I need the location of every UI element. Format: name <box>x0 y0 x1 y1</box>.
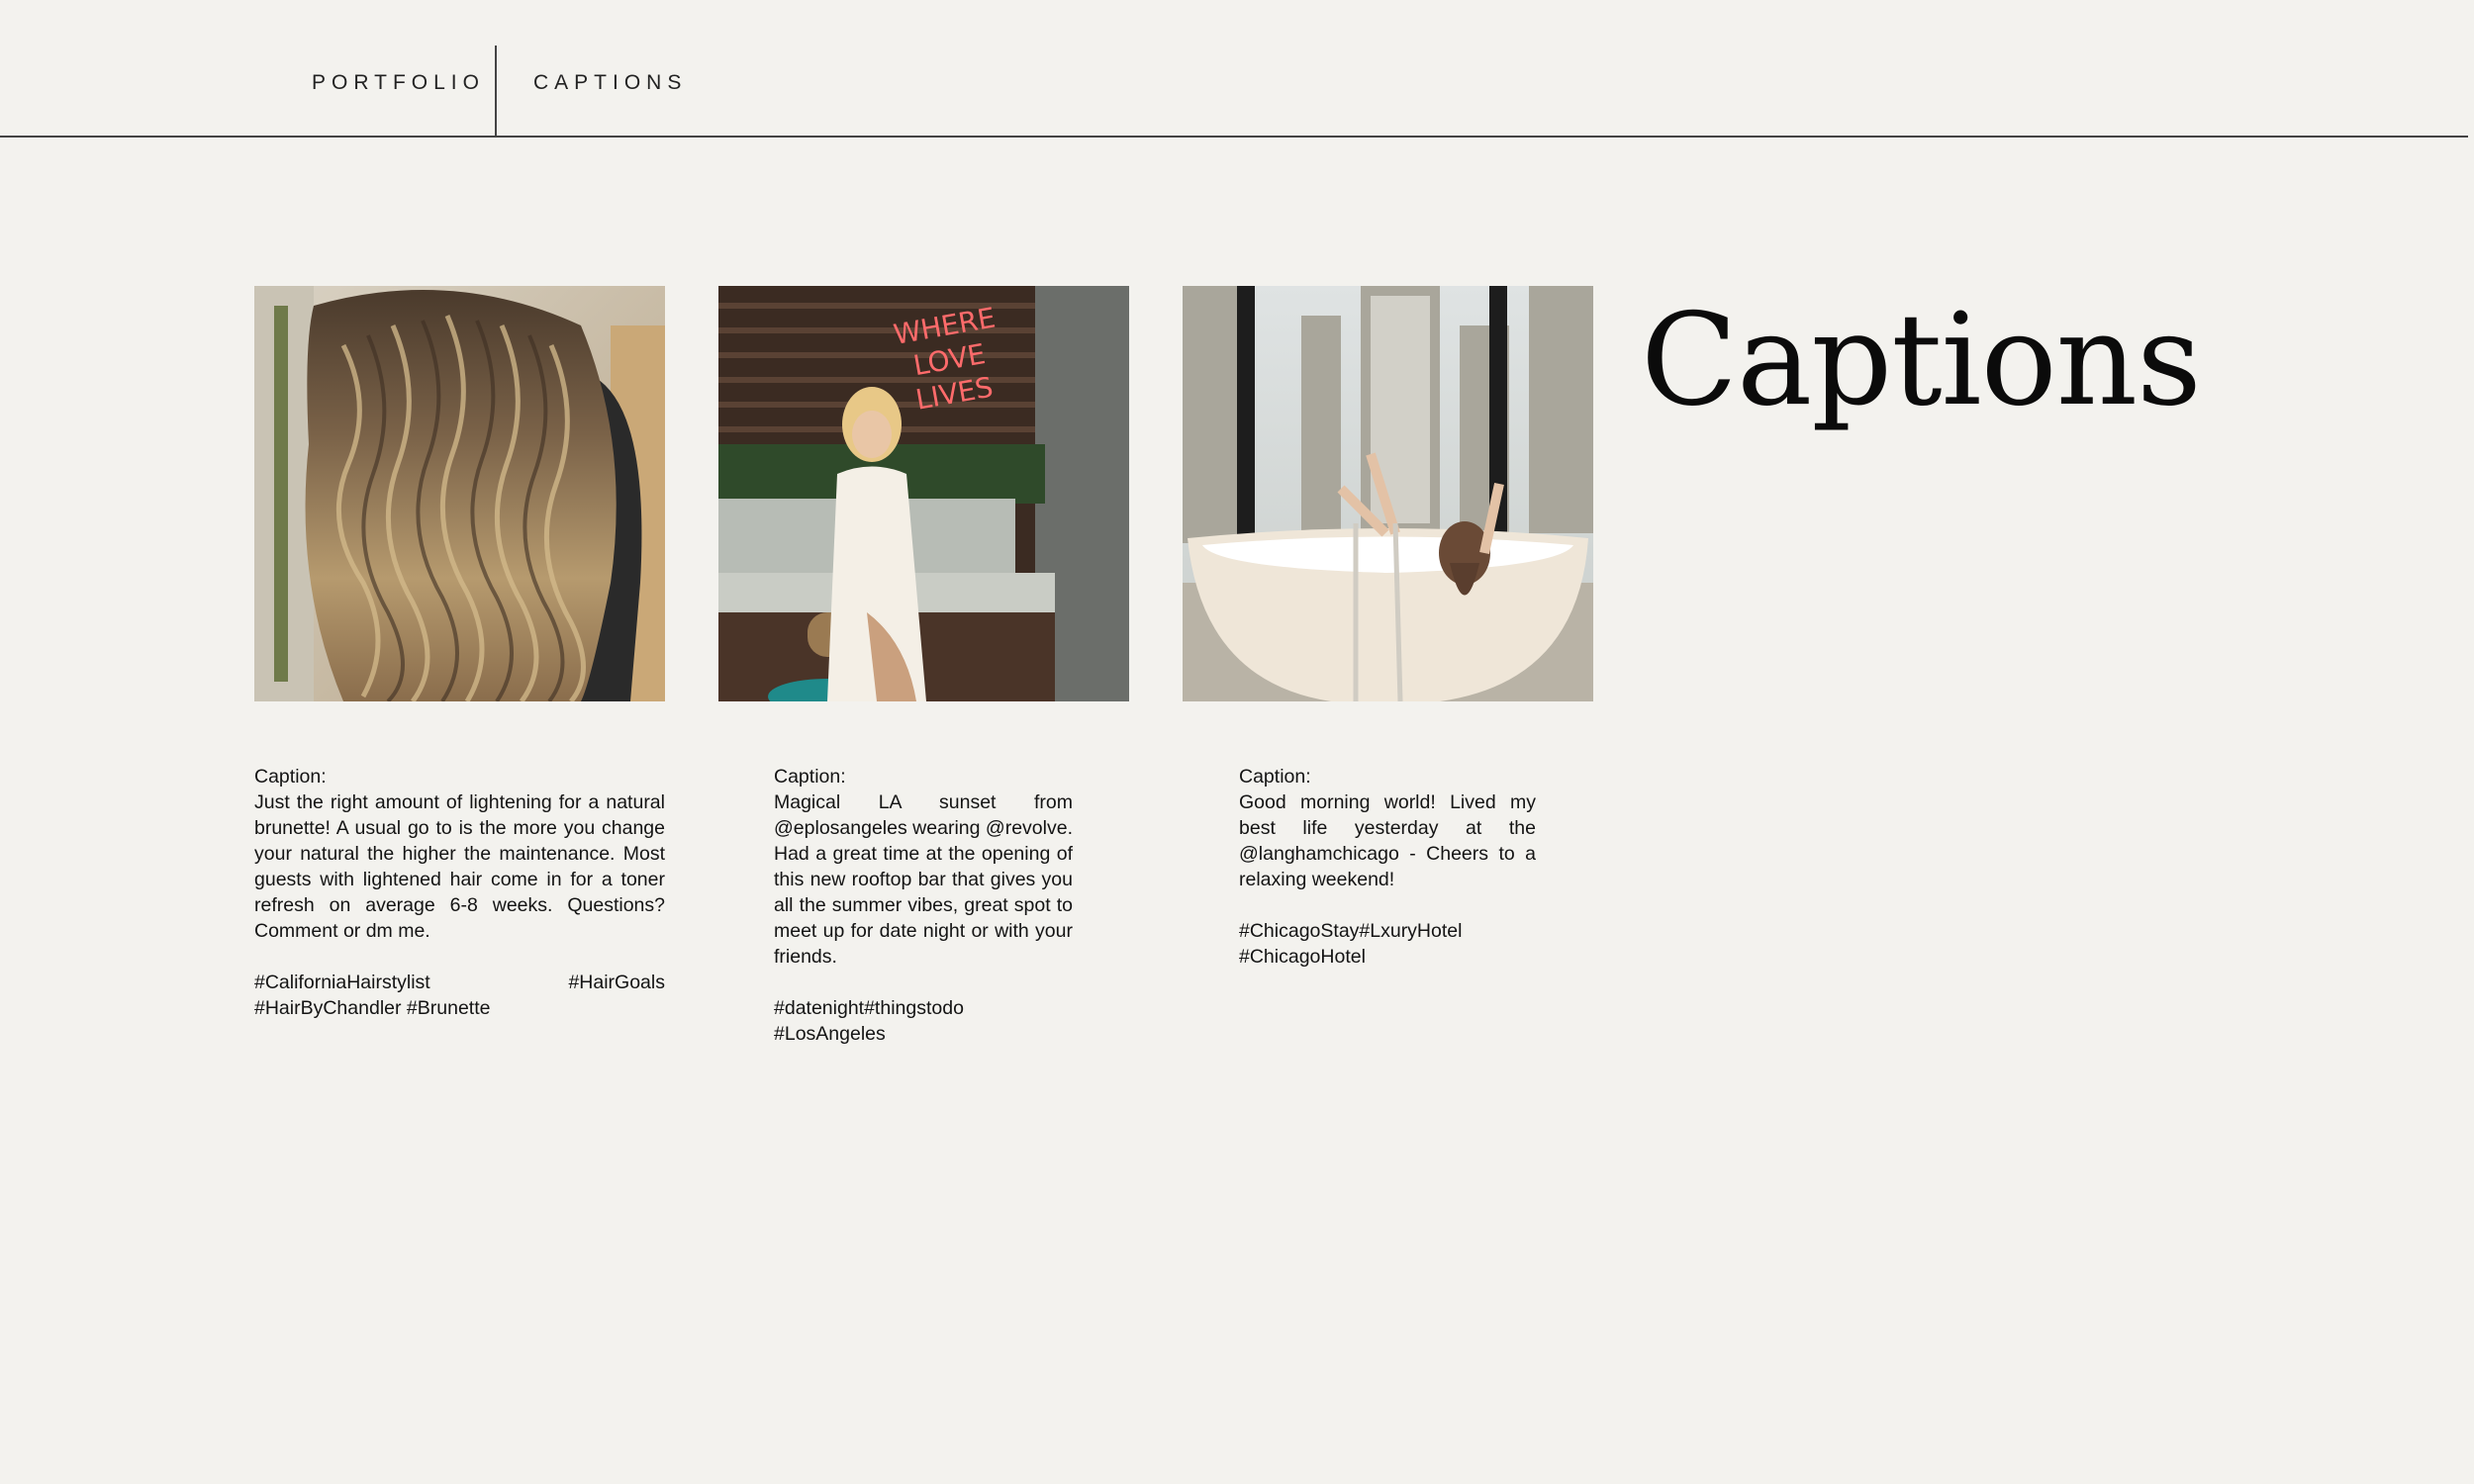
caption-block-3: Caption: Good morning world! Lived my be… <box>1239 764 1536 970</box>
hair-photo <box>254 286 665 701</box>
rooftop-photo: WHERE LOVE LIVES <box>718 286 1129 701</box>
top-nav: PORTFOLIO CAPTIONS <box>0 0 2474 139</box>
hair-image <box>254 286 665 701</box>
caption-label: Caption: <box>774 766 846 788</box>
nav-captions-link[interactable]: CAPTIONS <box>533 71 687 95</box>
caption-hashtags: #datenight#thingstodo #LosAngeles <box>774 997 964 1045</box>
caption-hashtags: #CaliforniaHairstylist #HairGoals #HairB… <box>254 972 665 1019</box>
header-rule <box>0 136 2468 138</box>
caption-label: Caption: <box>254 766 327 788</box>
bathtub-photo <box>1183 286 1593 701</box>
caption-hashtags: #ChicagoStay#LxuryHotel #ChicagoHotel <box>1239 920 1463 968</box>
caption-block-2: Caption: Magical LA sunset from @eplosan… <box>774 764 1073 1047</box>
nav-portfolio-link[interactable]: PORTFOLIO <box>312 71 485 95</box>
nav-divider <box>495 46 497 137</box>
caption-block-1: Caption: Just the right amount of lighte… <box>254 764 665 1021</box>
page-title: Captions <box>1641 287 2202 434</box>
caption-text: Just the right amount of lightening for … <box>254 791 665 942</box>
caption-text: Magical LA sunset from @eplosangeles wea… <box>774 791 1073 968</box>
rooftop-image: WHERE LOVE LIVES <box>718 286 1129 701</box>
bathtub-image <box>1183 286 1593 701</box>
caption-label: Caption: <box>1239 766 1311 788</box>
captions-page: PORTFOLIO CAPTIONS WHERE LOVE LIVES Capt… <box>0 0 2474 1484</box>
caption-text: Good morning world! Lived my best life y… <box>1239 791 1536 890</box>
